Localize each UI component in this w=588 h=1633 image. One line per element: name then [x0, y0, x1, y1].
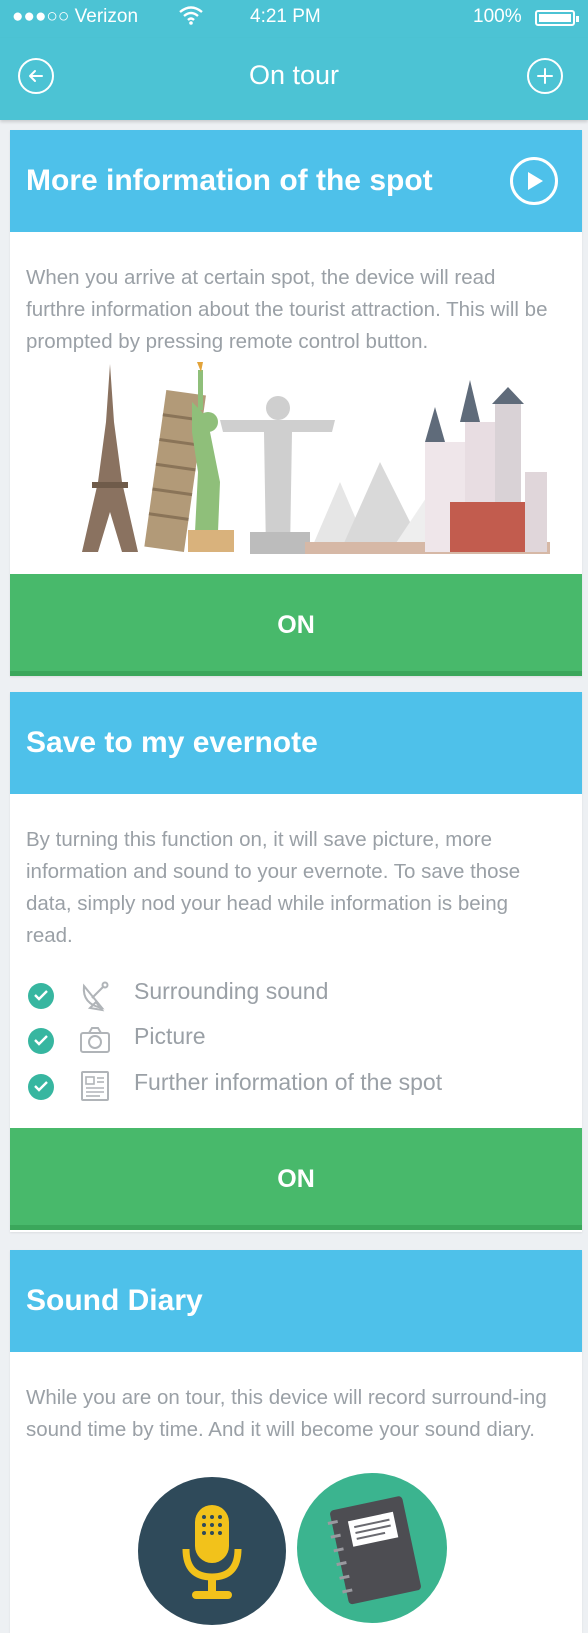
- notebook-icon[interactable]: [297, 1473, 447, 1623]
- card-title: More information of the spot: [26, 164, 433, 197]
- card-header: Sound Diary: [10, 1250, 582, 1352]
- card-description: By turning this function on, it will sav…: [26, 828, 521, 947]
- satellite-dish-icon: [78, 978, 112, 1017]
- feature-item-further-info[interactable]: Further information of the spot: [26, 1067, 566, 1105]
- feature-label: Surrounding sound: [134, 978, 329, 1004]
- card-header: Save to my evernote: [10, 692, 582, 794]
- nav-bar: On tour: [0, 38, 588, 120]
- evernote-on-button[interactable]: ON: [10, 1128, 582, 1230]
- check-icon: [28, 983, 54, 1009]
- plus-circle-icon[interactable]: [527, 58, 563, 94]
- card-sound-diary: Sound Diary While you are on tour, this …: [10, 1250, 582, 1633]
- check-icon: [28, 1028, 54, 1054]
- card-title: Sound Diary: [26, 1284, 203, 1317]
- card-header: More information of the spot: [10, 130, 582, 232]
- microphone-icon[interactable]: [138, 1477, 286, 1625]
- play-icon[interactable]: [510, 157, 558, 205]
- feature-item-surrounding-sound[interactable]: Surrounding sound: [26, 976, 566, 1014]
- card-description: When you arrive at certain spot, the dev…: [26, 266, 548, 353]
- document-icon: [78, 1069, 112, 1108]
- battery-percent: 100%: [473, 6, 522, 27]
- battery-icon: [535, 10, 579, 26]
- check-icon: [28, 1074, 54, 1100]
- feature-label: Further information of the spot: [134, 1069, 443, 1095]
- status-time: 4:21 PM: [250, 6, 321, 27]
- spot-info-on-button[interactable]: ON: [10, 574, 582, 676]
- card-title: Save to my evernote: [26, 726, 318, 759]
- card-spot-info: More information of the spot When you ar…: [10, 130, 582, 676]
- page-title: On tour: [248, 60, 340, 90]
- card-description: While you are on tour, this device will …: [26, 1386, 547, 1441]
- card-evernote: Save to my evernote By turning this func…: [10, 692, 582, 1232]
- camera-icon: [78, 1023, 112, 1062]
- status-bar: ●●●○○ Verizon 4:21 PM 100%: [0, 0, 588, 38]
- wifi-icon: [178, 4, 204, 32]
- feature-item-picture[interactable]: Picture: [26, 1021, 566, 1059]
- world-landmarks-illustration: [82, 362, 550, 554]
- feature-label: Picture: [134, 1023, 206, 1049]
- carrier-signal: ●●●○○ Verizon: [12, 6, 139, 27]
